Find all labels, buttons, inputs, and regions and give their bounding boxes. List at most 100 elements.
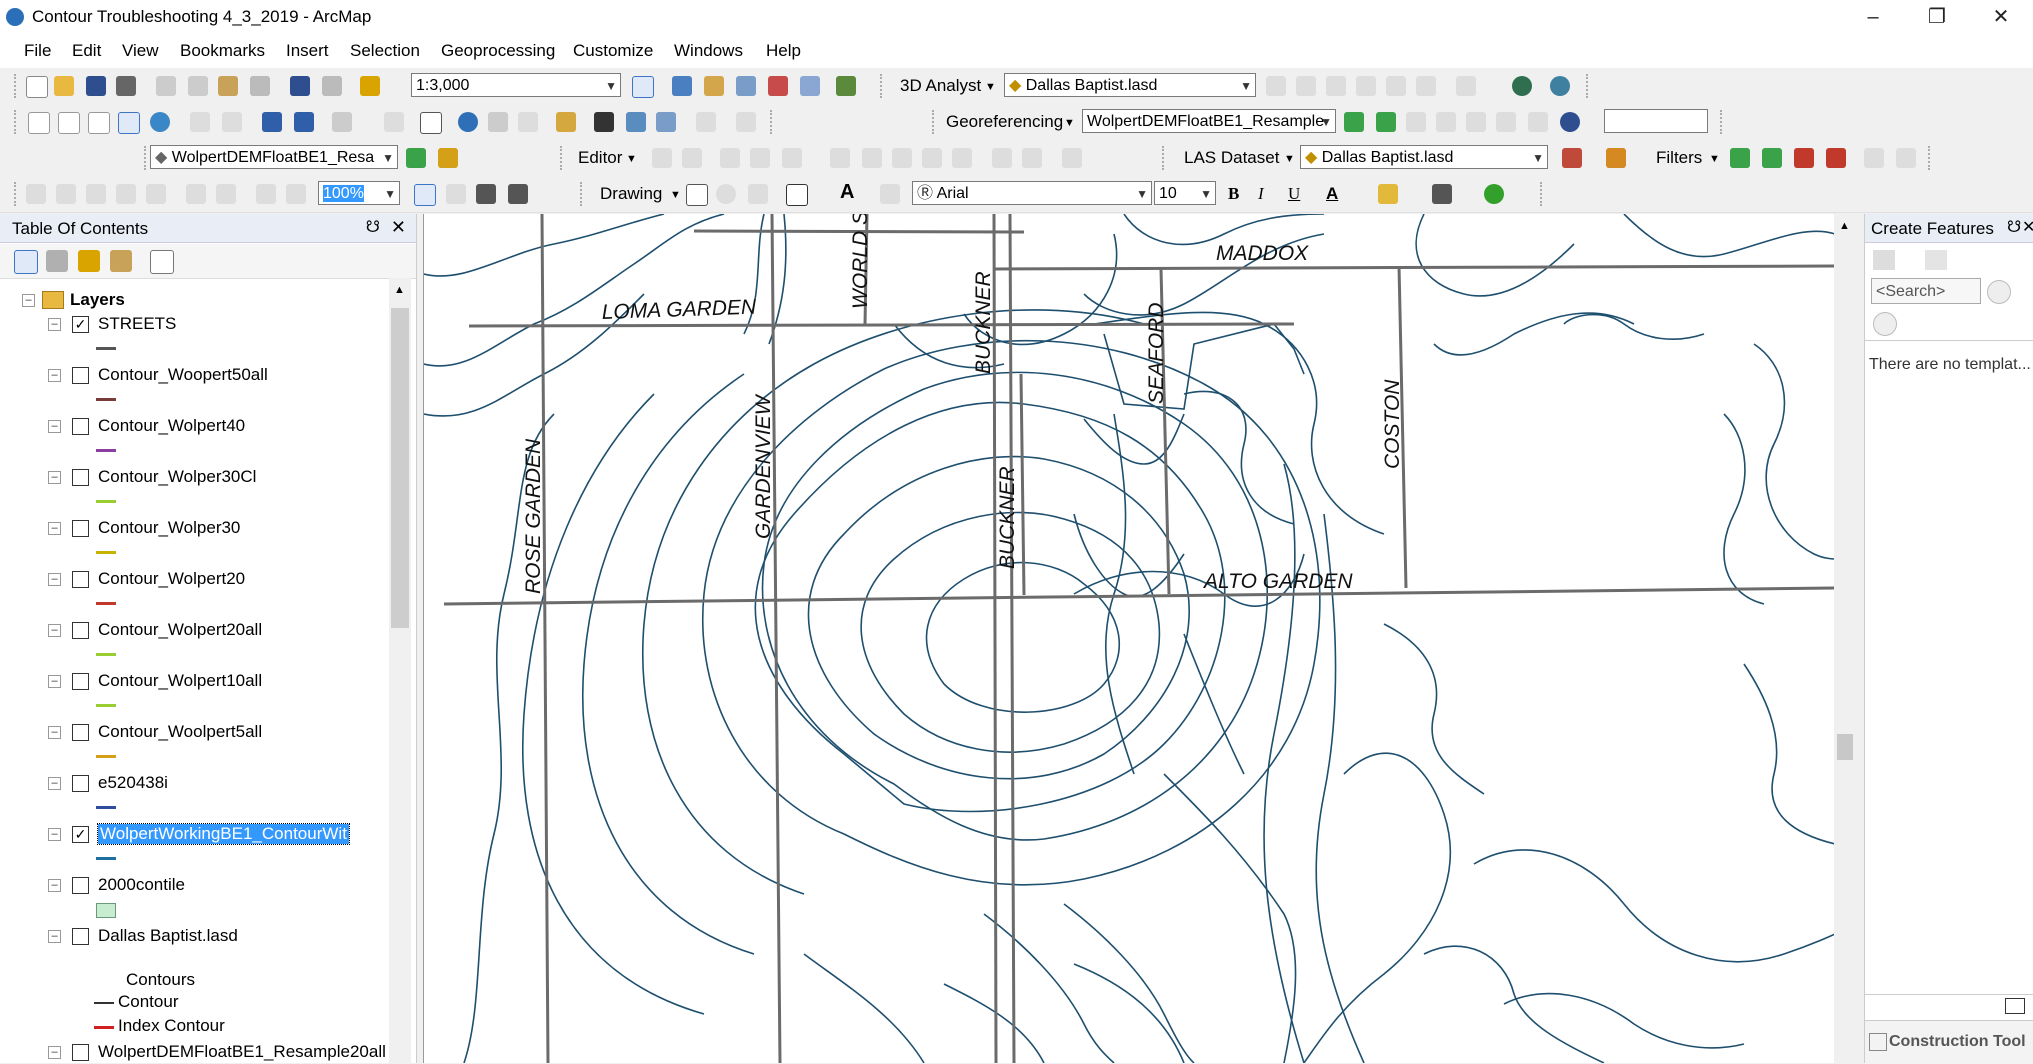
up-arrow-icon[interactable]	[1794, 148, 1814, 168]
select-elements-icon[interactable]	[420, 112, 442, 134]
copy-icon[interactable]	[188, 76, 208, 96]
restore-button[interactable]: ❐	[1912, 4, 1962, 30]
list-by-drawing-order-icon[interactable]	[14, 250, 38, 274]
select-link-icon[interactable]	[1496, 112, 1516, 132]
add-data-icon[interactable]	[360, 76, 380, 96]
toolbar-grip[interactable]	[1586, 74, 1591, 98]
fixed-zoom-out-layout-icon[interactable]	[216, 184, 236, 204]
toolbar-grip[interactable]	[1720, 110, 1725, 134]
add-control-points-icon[interactable]	[1344, 112, 1364, 132]
3d-view-icon[interactable]	[1896, 148, 1916, 168]
previous-extent-icon[interactable]	[1730, 148, 1750, 168]
toolbar-grip[interactable]	[880, 74, 885, 98]
layer-name[interactable]: STREETS	[98, 314, 176, 334]
point-profile-icon[interactable]	[1356, 76, 1376, 96]
full-extent-icon[interactable]	[150, 112, 170, 132]
catalog-icon[interactable]	[704, 76, 724, 96]
pin-icon[interactable]: ☋	[366, 217, 380, 237]
arcscene-icon[interactable]	[1512, 76, 1532, 96]
down-arrow-icon[interactable]	[1826, 148, 1846, 168]
layer-name[interactable]: 2000contile	[98, 875, 185, 895]
new-document-icon[interactable]	[26, 76, 48, 98]
layer-visibility-checkbox[interactable]: ✓	[72, 316, 89, 333]
straight-segment-icon[interactable]	[720, 148, 740, 168]
layer-row[interactable]: – Contour_Wolper30	[0, 516, 390, 540]
layer-name[interactable]: e520438i	[98, 773, 168, 793]
sketch-properties-icon[interactable]	[1022, 148, 1042, 168]
layer-name[interactable]: Contour_Wolpert20	[98, 569, 245, 589]
layer-visibility-checkbox[interactable]	[72, 622, 89, 639]
font-size-combo[interactable]: 10 ▼	[1154, 181, 1216, 205]
hyperlink-icon[interactable]	[488, 112, 508, 132]
layer-name[interactable]: Contour_Wolpert10all	[98, 671, 262, 691]
font-color-icon[interactable]: A	[1326, 184, 1338, 204]
create-features-icon[interactable]	[1062, 148, 1082, 168]
layer-visibility-checkbox[interactable]	[72, 724, 89, 741]
interpolate-polygon-icon[interactable]	[1416, 76, 1436, 96]
time-slider-icon[interactable]	[696, 112, 716, 132]
menu-customize[interactable]: Customize	[573, 41, 653, 61]
layer-visibility-checkbox[interactable]: ✓	[72, 826, 89, 843]
menu-bookmarks[interactable]: Bookmarks	[180, 41, 265, 61]
arcglobe-icon[interactable]	[1550, 76, 1570, 96]
las-dataset-menu[interactable]: LAS Dataset	[1184, 148, 1279, 168]
collapse-icon[interactable]: –	[48, 420, 61, 433]
paste-icon[interactable]	[218, 76, 238, 96]
layer-row[interactable]: – Contour_Wolpert20all	[0, 618, 390, 642]
go-to-xy-icon[interactable]	[656, 112, 676, 132]
menu-edit[interactable]: Edit	[72, 41, 101, 61]
layout-zoom-out-icon[interactable]	[56, 184, 76, 204]
layer-visibility-checkbox[interactable]	[72, 673, 89, 690]
map-canvas[interactable]: LOMA GARDEN WORLD STORE MADDOX BUCKNER S…	[424, 214, 1835, 1063]
zoom-in-icon[interactable]	[28, 112, 50, 134]
georeferencing-menu[interactable]: Georeferencing	[946, 112, 1063, 132]
fixed-zoom-out-icon[interactable]	[222, 112, 242, 132]
next-extent-icon[interactable]	[1762, 148, 1782, 168]
line-color-icon[interactable]	[1432, 184, 1452, 204]
collapse-icon[interactable]: –	[48, 471, 61, 484]
rectangle-icon[interactable]	[786, 184, 808, 206]
reshape-icon[interactable]	[862, 148, 882, 168]
raster-layer-combo[interactable]: ◆ WolpertDEMFloatBE1_Resa ▼	[150, 145, 398, 169]
layer-visibility-checkbox[interactable]	[72, 367, 89, 384]
fixed-zoom-in-icon[interactable]	[190, 112, 210, 132]
drawing-menu[interactable]: Drawing	[600, 184, 662, 204]
select-elements-arrow-icon[interactable]	[686, 184, 708, 206]
undo-icon[interactable]	[290, 76, 310, 96]
close-icon[interactable]: ✕	[391, 217, 406, 238]
surface-symbology-icon[interactable]	[1606, 148, 1626, 168]
layout-zoom-combo[interactable]: 100% ▼	[318, 181, 400, 205]
histogram-stretch-icon[interactable]	[406, 148, 426, 168]
zoom-out-icon[interactable]	[88, 112, 110, 134]
las-dataset-layer-combo[interactable]: ◆ Dallas Baptist.lasd ▼	[1300, 145, 1548, 169]
menu-selection[interactable]: Selection	[350, 41, 420, 61]
3d-analyst-menu[interactable]: 3D Analyst	[900, 76, 981, 96]
layout-pan-icon[interactable]	[86, 184, 106, 204]
identify-icon[interactable]	[458, 112, 478, 132]
collapse-icon[interactable]: –	[48, 369, 61, 382]
layer-name[interactable]: Contour_Wolpert20all	[98, 620, 262, 640]
pin-icon[interactable]: ☋	[2007, 217, 2021, 237]
close-icon[interactable]: ✕	[2022, 217, 2033, 237]
collapse-icon[interactable]: –	[48, 573, 61, 586]
italic-button[interactable]: I	[1258, 184, 1264, 204]
rotate-element-icon[interactable]	[716, 184, 736, 204]
toolbar-grip[interactable]	[580, 182, 585, 206]
table-of-contents-icon[interactable]	[672, 76, 692, 96]
collapse-icon[interactable]: –	[48, 318, 61, 331]
toolbar-grip[interactable]	[560, 146, 565, 170]
layout-zoom-in-icon[interactable]	[26, 184, 46, 204]
organize-templates-icon[interactable]	[1873, 250, 1895, 270]
zoom-whole-page-icon[interactable]	[116, 184, 136, 204]
toc-scrollbar[interactable]: ▲	[389, 278, 411, 1063]
collapse-icon[interactable]: –	[48, 879, 61, 892]
collapse-icon[interactable]: –	[48, 726, 61, 739]
search-icon[interactable]	[1987, 280, 2011, 304]
collapse-icon[interactable]: –	[22, 294, 35, 307]
layer-row[interactable]: – ✓ WolpertWorkingBE1_ContourWit	[0, 822, 390, 846]
layer-name[interactable]: Contour_Wolper30Cl	[98, 467, 256, 487]
edit-tool-icon[interactable]	[652, 148, 672, 168]
toolbar-grip[interactable]	[932, 110, 937, 134]
find-binoculars-icon[interactable]	[594, 112, 614, 132]
layer-row[interactable]: – Contour_Woopert50all	[0, 363, 390, 387]
